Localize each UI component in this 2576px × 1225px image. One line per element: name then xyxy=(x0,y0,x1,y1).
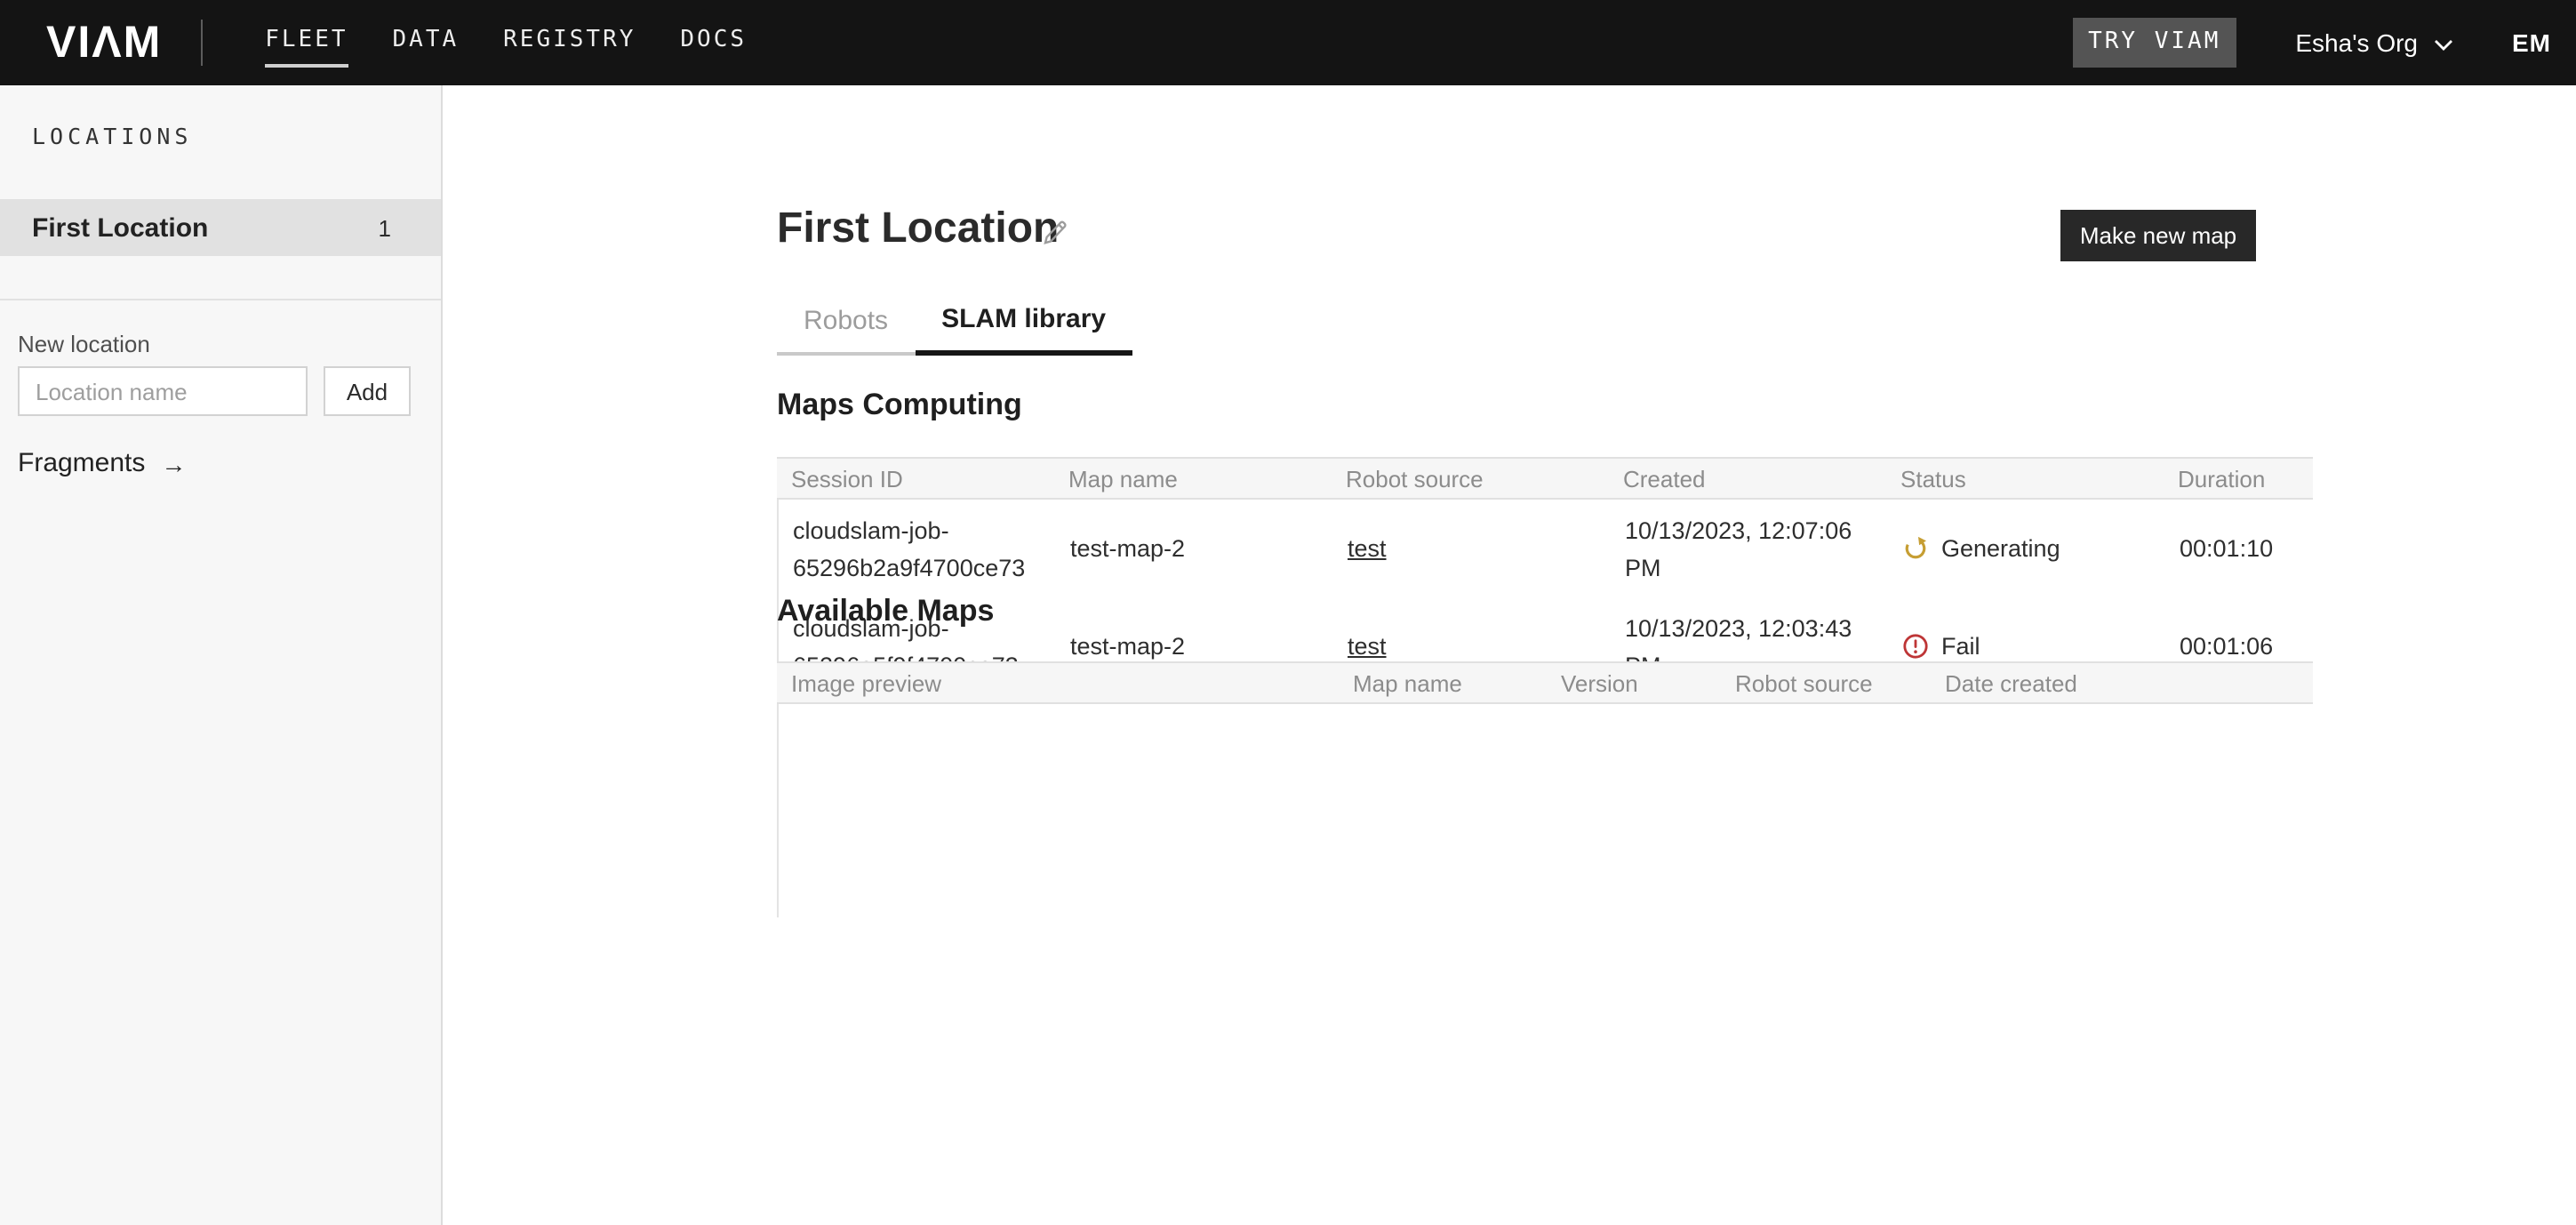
tab-robots[interactable]: Robots xyxy=(777,288,915,356)
robot-source-cell: test xyxy=(1333,628,1611,665)
viam-app: VIΛM FLEET DATA REGISTRY DOCS TRY VIAM Esha… xyxy=(0,0,2576,1225)
duration-cell: 00:01:06 xyxy=(2165,628,2313,665)
column-header: Date created xyxy=(1931,669,2313,696)
new-location-label: New location xyxy=(18,331,150,357)
column-header: Version xyxy=(1547,669,1721,696)
column-header: Status xyxy=(1886,465,2164,492)
available-maps-table-header: Image previewMap nameVersionRobot source… xyxy=(777,661,2313,704)
user-menu[interactable]: EM xyxy=(2512,28,2551,57)
maps-computing-table-header: Session IDMap nameRobot sourceCreatedSta… xyxy=(777,457,2313,500)
chevron-down-icon xyxy=(2434,28,2453,57)
top-nav: VIΛM FLEET DATA REGISTRY DOCS TRY VIAM Esha… xyxy=(0,0,2576,85)
make-new-map-button[interactable]: Make new map xyxy=(2060,210,2256,261)
column-header: Robot source xyxy=(1721,669,1931,696)
fragments-link[interactable]: Fragments → xyxy=(18,448,186,478)
location-robot-count: 1 xyxy=(379,214,391,241)
duration-cell: 00:01:10 xyxy=(2165,530,2313,567)
nav-link-fleet[interactable]: FLEET xyxy=(265,15,348,70)
arrow-right-icon: → xyxy=(161,449,186,477)
column-header: Image preview xyxy=(777,669,1339,696)
location-list-item[interactable]: First Location 1 xyxy=(0,199,441,256)
map-name-cell: test-map-2 xyxy=(1056,530,1333,567)
tab-bar: RobotsSLAM library xyxy=(777,288,1132,356)
main-content: First Location Make new map RobotsSLAM l… xyxy=(443,85,2576,1225)
column-header: Duration xyxy=(2164,465,2313,492)
location-list: First Location 1 xyxy=(0,199,441,256)
add-location-button[interactable]: Add xyxy=(324,366,411,416)
nav-links: FLEET DATA REGISTRY DOCS xyxy=(265,15,747,70)
status-cell: Fail xyxy=(1888,628,2165,665)
try-viam-button[interactable]: TRY VIAM xyxy=(2072,18,2236,68)
locations-sidebar: LOCATIONS First Location 1 New location … xyxy=(0,85,443,1225)
nav-link-registry[interactable]: REGISTRY xyxy=(503,15,636,70)
robot-source-link[interactable]: test xyxy=(1348,633,1387,660)
org-name: Esha's Org xyxy=(2295,28,2418,57)
status-label: Generating xyxy=(1941,530,2060,567)
sidebar-divider xyxy=(0,299,441,300)
nav-divider xyxy=(201,20,203,66)
column-header: Robot source xyxy=(1332,465,1609,492)
viam-logo[interactable]: VIΛM xyxy=(46,20,162,65)
map-name-cell: test-map-2 xyxy=(1056,628,1333,665)
maps-computing-heading: Maps Computing xyxy=(777,388,1022,423)
page-title: First Location xyxy=(777,203,1059,256)
status-label: Fail xyxy=(1941,628,1980,665)
session-id-cell: cloudslam-job-65296b2a9f4700ce73 xyxy=(779,511,1056,586)
status-cell: Generating xyxy=(1888,530,2165,567)
robot-source-link[interactable]: test xyxy=(1348,535,1387,562)
column-header: Session ID xyxy=(777,465,1054,492)
available-maps-table-body xyxy=(777,704,2313,917)
available-maps-table: Image previewMap nameVersionRobot source… xyxy=(777,661,2313,917)
edit-location-name-button[interactable] xyxy=(1036,217,1072,252)
column-header: Created xyxy=(1609,465,1886,492)
nav-link-docs[interactable]: DOCS xyxy=(680,15,747,70)
fail-icon xyxy=(1902,633,1929,660)
available-maps-heading: Available Maps xyxy=(777,594,994,629)
column-header: Map name xyxy=(1054,465,1332,492)
nav-right-group: TRY VIAM Esha's Org EM xyxy=(2072,18,2576,68)
org-switcher[interactable]: Esha's Org xyxy=(2295,28,2453,57)
location-name: First Location xyxy=(32,212,379,243)
robot-source-cell: test xyxy=(1333,530,1611,567)
table-row: cloudslam-job-65296b2a9f4700ce73 test-ma… xyxy=(779,500,2313,597)
sidebar-heading: LOCATIONS xyxy=(32,123,192,149)
column-header: Map name xyxy=(1339,669,1547,696)
created-cell: 10/13/2023, 12:07:06 PM xyxy=(1611,511,1888,586)
nav-link-data[interactable]: DATA xyxy=(393,15,460,70)
generating-icon xyxy=(1902,535,1929,562)
new-location-input[interactable] xyxy=(18,366,308,416)
pencil-icon xyxy=(1039,226,1069,252)
tab-slam-library[interactable]: SLAM library xyxy=(915,288,1132,356)
